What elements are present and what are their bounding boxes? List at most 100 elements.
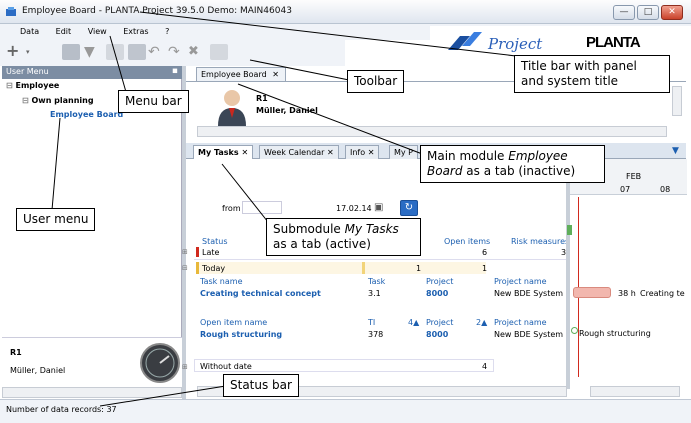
add-icon[interactable]: + bbox=[6, 43, 24, 60]
employee-name: Müller, Daniel bbox=[256, 106, 318, 115]
info-horizontal-scrollbar[interactable] bbox=[197, 126, 667, 137]
today-count: 1 bbox=[416, 264, 422, 273]
project-name-cell: New BDE System bbox=[494, 330, 564, 339]
tab-close-icon[interactable]: ✕ bbox=[241, 148, 248, 157]
tab-employee-board[interactable]: Employee Board ✕ bbox=[196, 67, 286, 81]
from-label: from bbox=[222, 204, 241, 213]
binoculars-icon[interactable] bbox=[62, 44, 80, 60]
menu-item-data[interactable]: Data bbox=[20, 27, 39, 36]
callout-emphasis: My Tasks bbox=[344, 222, 399, 236]
today-open-items: 1 bbox=[482, 264, 488, 273]
gantt-pane: FEB 07 08 38 h Creating te Rough structu… bbox=[567, 159, 687, 389]
tab-label: Employee Board bbox=[201, 70, 267, 79]
tree-item-label: Own planning bbox=[31, 96, 94, 105]
project-cell[interactable]: 8000 bbox=[426, 289, 448, 298]
gantt-horizontal-scrollbar[interactable] bbox=[590, 386, 680, 397]
collapse-today-icon[interactable]: ⊟ bbox=[182, 264, 188, 272]
tab-list-icon[interactable]: ▼ bbox=[672, 146, 679, 156]
tab-my-p[interactable]: My P bbox=[389, 145, 419, 159]
task-cell: 3.1 bbox=[368, 289, 381, 298]
task-name-cell[interactable]: Creating technical concept bbox=[200, 289, 321, 298]
print-icon[interactable] bbox=[210, 44, 228, 60]
tree-item-employee[interactable]: ⊟ Employee bbox=[6, 81, 59, 90]
minimize-button[interactable]: — bbox=[613, 5, 635, 20]
left-horizontal-scrollbar[interactable] bbox=[2, 387, 182, 398]
employee-summary: R1 Müller, Daniel bbox=[2, 337, 182, 387]
tab-close-icon[interactable]: ✕ bbox=[327, 148, 334, 157]
tab-my-tasks[interactable]: My Tasks ✕ bbox=[193, 145, 254, 159]
column-open-items: Open items bbox=[444, 237, 491, 246]
callout-status-bar: Status bar bbox=[223, 374, 299, 397]
tab-label: My P bbox=[394, 148, 414, 157]
callout-text: as a tab (inactive) bbox=[462, 164, 576, 178]
tree-item-employee-board[interactable]: Employee Board bbox=[50, 110, 123, 119]
column-project-name: Project name bbox=[494, 318, 547, 327]
tree-item-own-planning[interactable]: ⊟ Own planning bbox=[22, 96, 94, 105]
sort-order: 4 bbox=[408, 318, 414, 327]
employee-name: Müller, Daniel bbox=[10, 366, 66, 375]
refresh-icon[interactable]: ↻ bbox=[400, 200, 418, 216]
window-title: Employee Board - PLANTA Project 39.5.0 D… bbox=[22, 6, 292, 16]
column-sort-4[interactable]: 4▲ bbox=[408, 318, 419, 327]
gantt-milestone-text: Rough structuring bbox=[579, 329, 651, 338]
open-item-name-cell[interactable]: Rough structuring bbox=[200, 330, 282, 339]
tab-label: My Tasks bbox=[198, 148, 239, 157]
group-late: Late bbox=[202, 248, 220, 257]
menu-item-edit[interactable]: Edit bbox=[56, 27, 72, 36]
save-icon[interactable] bbox=[128, 44, 146, 60]
add-dropdown-icon[interactable]: ▾ bbox=[26, 44, 44, 60]
brand-name: PLANTA bbox=[586, 34, 641, 51]
from-date-input[interactable] bbox=[242, 201, 282, 214]
menu-item-view[interactable]: View bbox=[88, 27, 107, 36]
delete-icon[interactable]: ✖ bbox=[188, 44, 206, 60]
column-sort-2[interactable]: 2▲ bbox=[476, 318, 487, 327]
tab-info[interactable]: Info ✕ bbox=[345, 145, 380, 159]
close-button[interactable]: ✕ bbox=[661, 5, 683, 20]
gauge-icon bbox=[140, 343, 180, 383]
without-date-open-items: 4 bbox=[482, 362, 488, 371]
ti-cell: 378 bbox=[368, 330, 384, 339]
group-today: Today bbox=[202, 264, 226, 273]
column-open-item-name: Open item name bbox=[200, 318, 268, 327]
tab-close-icon[interactable]: ✕ bbox=[368, 148, 375, 157]
column-risk-measures: Risk measures bbox=[511, 237, 570, 246]
row-divider bbox=[194, 259, 574, 260]
redo-icon[interactable]: ↷ bbox=[168, 44, 186, 60]
tab-close-icon[interactable]: ✕ bbox=[272, 70, 279, 79]
expand-late-icon[interactable]: ⊞ bbox=[182, 248, 188, 256]
late-open-items: 6 bbox=[482, 248, 488, 257]
callout-toolbar: Toolbar bbox=[347, 70, 405, 93]
info-vertical-scrollbar[interactable] bbox=[672, 86, 682, 116]
undo-icon[interactable]: ↶ bbox=[148, 44, 166, 60]
pin-icon[interactable]: ◾ bbox=[172, 66, 178, 75]
calendar-icon[interactable]: ▣ bbox=[374, 202, 383, 213]
my-tasks-content: from 17.02.14 ▣ ↻ Status Open items Risk… bbox=[182, 159, 687, 389]
gantt-day: 07 bbox=[620, 185, 631, 194]
filter-icon[interactable]: ▼ bbox=[84, 44, 102, 60]
gantt-bar-text: Creating te bbox=[640, 289, 685, 298]
gantt-bar-hours: 38 h bbox=[618, 289, 636, 298]
maximize-button[interactable]: □ bbox=[637, 5, 659, 20]
column-ti: TI bbox=[368, 318, 376, 327]
column-project-name: Project name bbox=[494, 277, 547, 286]
callout-menu-bar: Menu bar bbox=[118, 90, 189, 113]
tree-item-label: Employee Board bbox=[50, 110, 124, 119]
column-task: Task bbox=[368, 277, 386, 286]
tab-week-calendar[interactable]: Week Calendar ✕ bbox=[259, 145, 339, 159]
project-name-cell: New BDE System bbox=[494, 289, 564, 298]
project-cell[interactable]: 8000 bbox=[426, 330, 448, 339]
task-gantt-bar[interactable] bbox=[573, 287, 611, 298]
callout-submodule: Submodule My Tasks as a tab (active) bbox=[266, 218, 421, 256]
today-marker bbox=[362, 262, 365, 274]
menu-item-help[interactable]: ? bbox=[165, 27, 169, 36]
menu-item-extras[interactable]: Extras bbox=[123, 27, 148, 36]
expand-without-date-icon[interactable]: ⊞ bbox=[182, 363, 188, 371]
planta-logo-icon bbox=[448, 32, 482, 50]
sort-order: 2 bbox=[476, 318, 482, 327]
user-menu-title: User Menu bbox=[6, 67, 49, 76]
callout-title-bar: Title bar with panel and system title bbox=[514, 55, 670, 93]
title-bar: Employee Board - PLANTA Project 39.5.0 D… bbox=[0, 0, 691, 24]
callout-text: as a tab (active) bbox=[273, 237, 371, 251]
document-icon[interactable] bbox=[106, 44, 124, 60]
date-value: 17.02.14 bbox=[336, 204, 372, 213]
